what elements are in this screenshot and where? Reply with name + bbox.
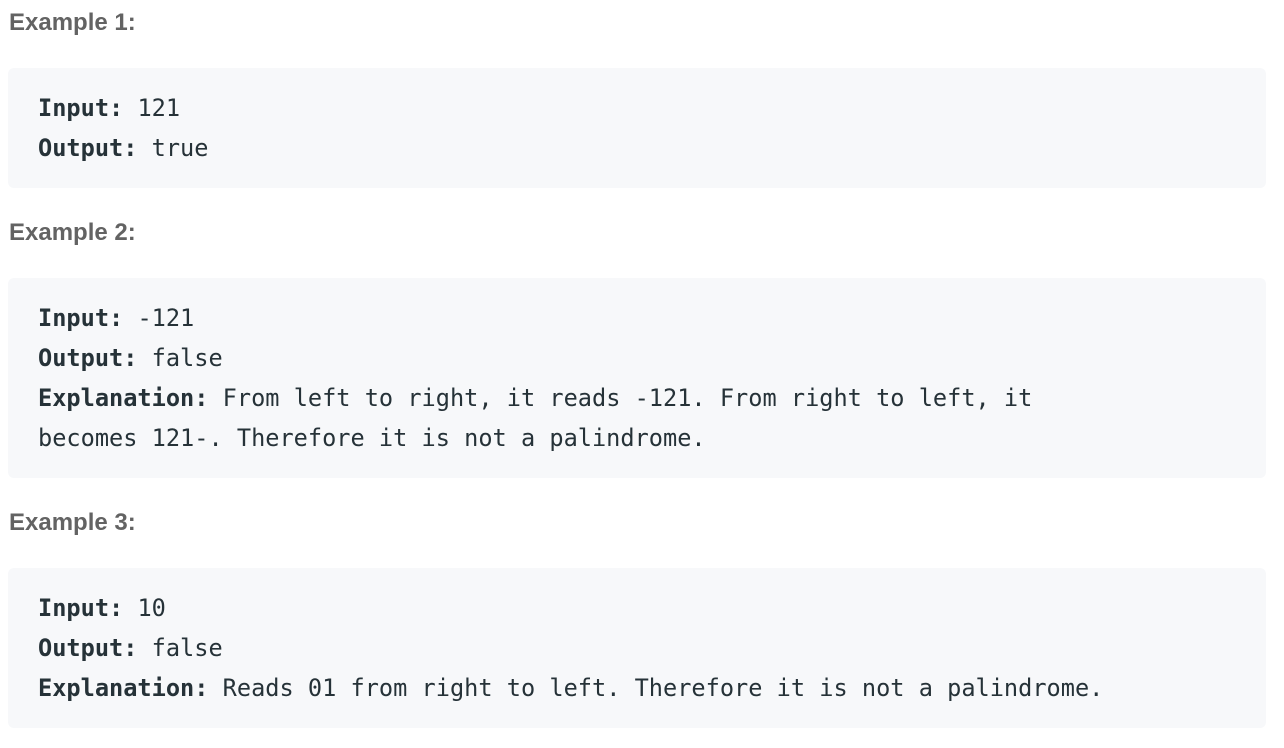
example-code-block: Input: 121 Output: true [8, 68, 1266, 188]
example-heading: Example 2: [9, 219, 136, 246]
input-label: Input: [38, 304, 124, 332]
input-value: -121 [123, 304, 195, 332]
input-line: Input: -121 [38, 298, 1236, 338]
explanation-text: Reads 01 from right to left. Therefore i… [208, 674, 1104, 702]
explanation-line: Explanation: Reads 01 from right to left… [38, 668, 1236, 708]
example-code-block: Input: -121 Output: false Explanation: F… [8, 278, 1266, 478]
output-label: Output: [38, 634, 138, 662]
explanation-line: Explanation: From left to right, it read… [38, 378, 1236, 418]
explanation-text: becomes 121-. Therefore it is not a pali… [38, 424, 706, 452]
example-heading: Example 1: [9, 9, 136, 36]
input-value: 10 [123, 594, 166, 622]
example-heading: Example 3: [9, 509, 136, 536]
input-label: Input: [38, 94, 124, 122]
explanation-label: Explanation: [38, 384, 209, 412]
input-label: Input: [38, 594, 124, 622]
explanation-line-continued: becomes 121-. Therefore it is not a pali… [38, 418, 1236, 458]
example-code-block: Input: 10 Output: false Explanation: Rea… [8, 568, 1266, 728]
output-line: Output: false [38, 628, 1236, 668]
output-label: Output: [38, 134, 138, 162]
input-value: 121 [123, 94, 181, 122]
explanation-text: From left to right, it reads -121. From … [208, 384, 1033, 412]
output-line: Output: true [38, 128, 1236, 168]
output-value: false [137, 344, 223, 372]
input-line: Input: 10 [38, 588, 1236, 628]
explanation-label: Explanation: [38, 674, 209, 702]
input-line: Input: 121 [38, 88, 1236, 128]
output-value: false [137, 634, 223, 662]
output-line: Output: false [38, 338, 1236, 378]
output-value: true [137, 134, 209, 162]
output-label: Output: [38, 344, 138, 372]
